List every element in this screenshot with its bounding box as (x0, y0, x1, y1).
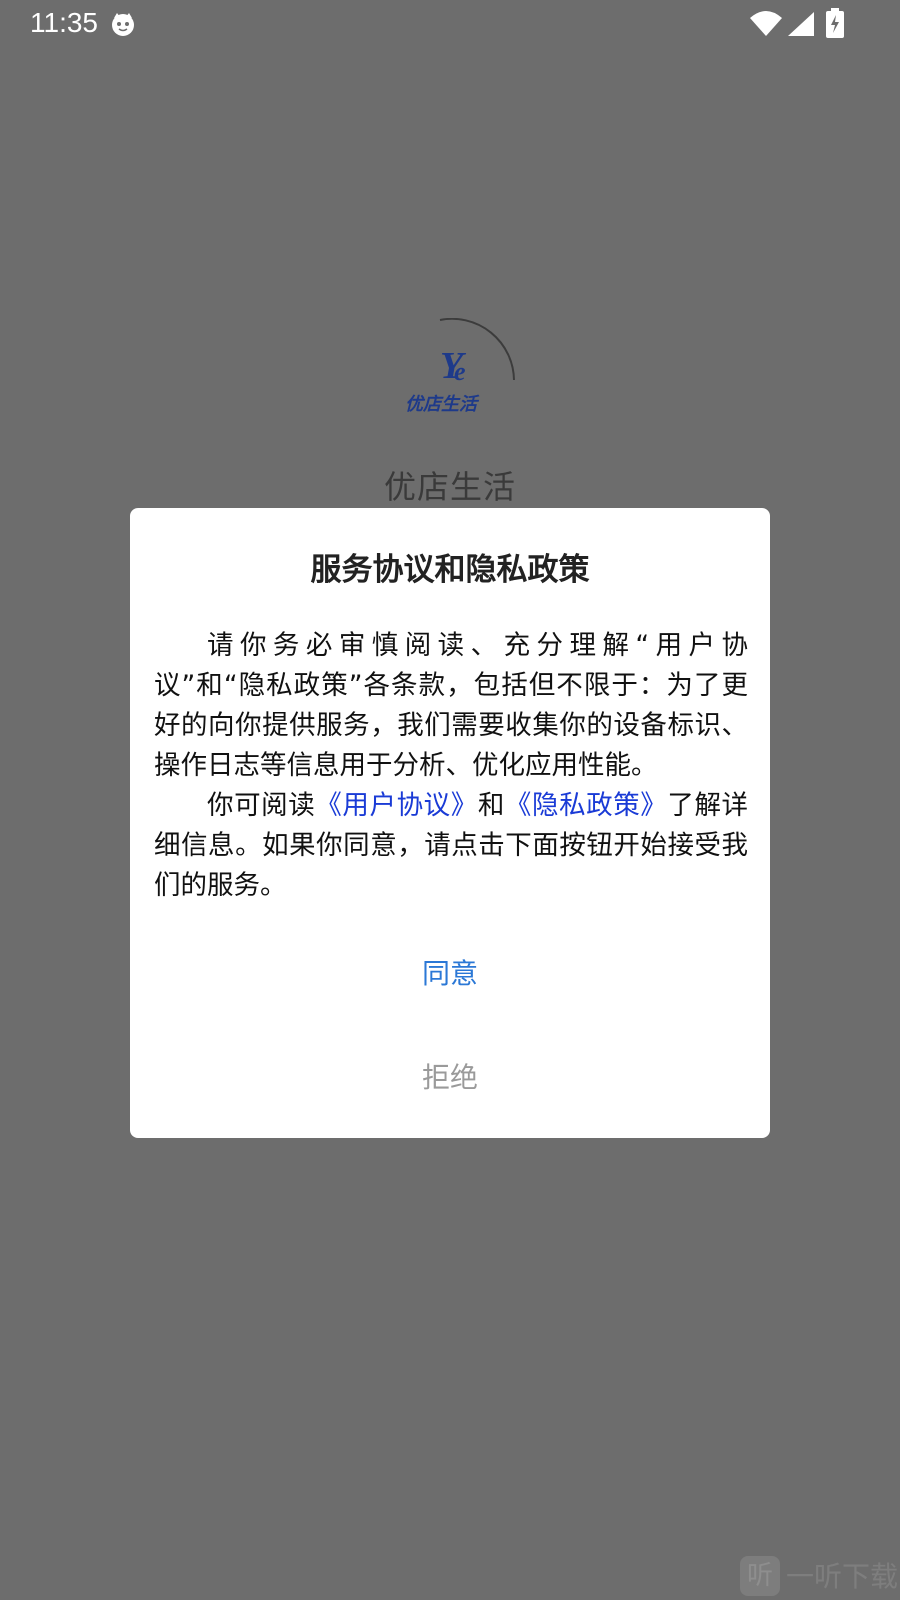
user-agreement-link[interactable]: 《用户协议》 (315, 790, 477, 821)
paragraph-2-prefix: 你可阅读 (207, 790, 316, 821)
watermark-logo-icon: 听 (740, 1556, 780, 1596)
dialog-paragraph-1: 请你务必审慎阅读、充分理解“用户协议”和“隐私政策”各条款，包括但不限于：为了更… (154, 630, 748, 781)
app-name: 优店生活 (383, 468, 516, 506)
reject-button[interactable]: 拒绝 (350, 1048, 550, 1108)
svg-text:e: e (454, 357, 466, 386)
app-logo: Y e 优店生活 (405, 318, 515, 415)
privacy-dialog: 服务协议和隐私政策 请你务必审慎阅读、充分理解“用户协议”和“隐私政策”各条款，… (130, 508, 770, 1138)
logo-text: 优店生活 (405, 394, 480, 415)
dialog-body: 请你务必审慎阅读、充分理解“用户协议”和“隐私政策”各条款，包括但不限于：为了更… (154, 626, 748, 906)
status-icons (750, 8, 860, 38)
agree-button[interactable]: 同意 (350, 944, 550, 1004)
dialog-paragraph-2: 你可阅读《用户协议》和《隐私政策》了解详细信息。如果你同意，请点击下面按钮开始接… (154, 786, 748, 906)
battery-charging-icon (826, 8, 844, 38)
privacy-policy-link[interactable]: 《隐私政策》 (505, 790, 667, 821)
status-bar: 11:35 (0, 0, 900, 46)
cellular-signal-icon (788, 12, 814, 36)
paragraph-2-and: 和 (477, 790, 505, 821)
wifi-icon (750, 11, 782, 36)
watermark-text: 一听下载 (786, 1560, 899, 1593)
status-time: 11:35 (30, 7, 98, 38)
watermark: 听 一听下载 (740, 1556, 900, 1600)
cat-notification-icon (112, 13, 134, 36)
dialog-title: 服务协议和隐私政策 (310, 552, 590, 588)
